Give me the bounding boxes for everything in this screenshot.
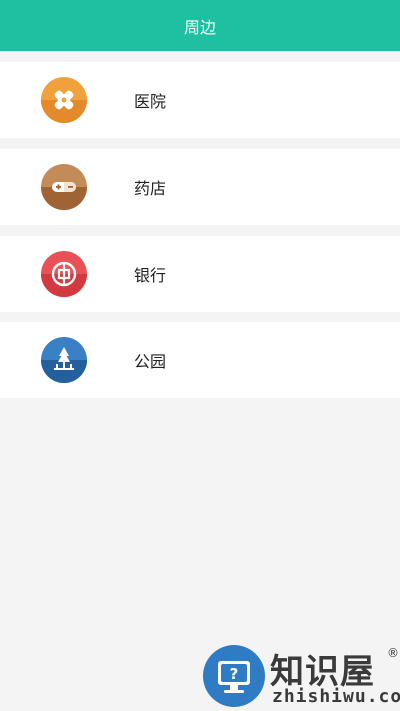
item-label: 银行 xyxy=(134,266,167,285)
bank-icon xyxy=(41,251,87,297)
list-item-bank[interactable]: 银行 xyxy=(0,236,400,312)
list-item-hospital[interactable]: 医院 xyxy=(0,62,400,138)
registered-mark: ® xyxy=(387,646,399,660)
site-watermark: ? 知识屋 ® zhishiwu.com xyxy=(200,642,400,711)
svg-text:?: ? xyxy=(230,665,239,683)
question-monitor-icon: ? xyxy=(202,644,266,708)
item-label: 医院 xyxy=(134,92,167,111)
list-item-park[interactable]: 公园 xyxy=(0,322,400,398)
hospital-icon xyxy=(41,77,87,123)
watermark-domain: zhishiwu.com xyxy=(272,686,400,707)
pill-icon xyxy=(41,164,87,210)
app-header: 周边 xyxy=(0,0,400,51)
page-title: 周边 xyxy=(183,17,216,37)
item-label: 公园 xyxy=(134,352,167,371)
list-item-pharmacy[interactable]: 药店 xyxy=(0,149,400,225)
park-icon xyxy=(41,337,87,383)
item-label: 药店 xyxy=(134,179,167,198)
